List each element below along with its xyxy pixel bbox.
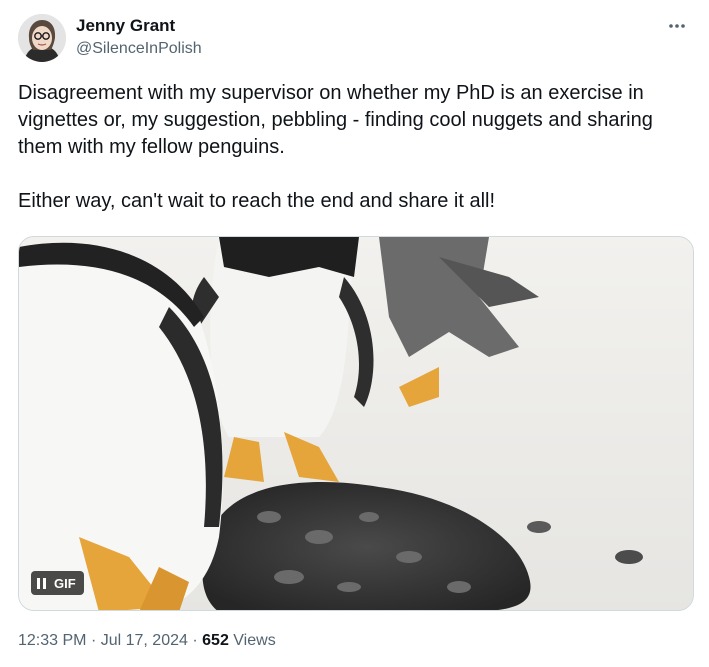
tweet-card: Jenny Grant @SilenceInPolish Disagreemen… — [0, 0, 709, 667]
tweet-time[interactable]: 12:33 PM — [18, 632, 86, 649]
avatar[interactable] — [18, 14, 66, 62]
tweet-date[interactable]: Jul 17, 2024 — [101, 632, 188, 649]
author-handle[interactable]: @SilenceInPolish — [76, 39, 202, 59]
tweet-paragraph: Either way, can't wait to reach the end … — [18, 190, 496, 212]
more-horizontal-icon — [669, 24, 685, 28]
more-options-button[interactable] — [663, 16, 691, 36]
tweet-header: Jenny Grant @SilenceInPolish — [18, 14, 691, 64]
avatar-image — [18, 14, 66, 62]
views-count: 652 — [202, 632, 229, 649]
meta-separator: · — [90, 632, 97, 649]
author-names: Jenny Grant @SilenceInPolish — [76, 16, 202, 59]
gif-media[interactable]: GIF — [18, 236, 694, 611]
tweet-meta: 12:33 PM · Jul 17, 2024 · 652 Views — [18, 630, 276, 652]
tweet-text: Disagreement with my supervisor on wheth… — [18, 80, 694, 215]
views-label: Views — [233, 632, 276, 649]
gif-label: GIF — [54, 575, 76, 591]
tweet-paragraph: Disagreement with my supervisor on wheth… — [18, 82, 653, 158]
meta-separator: · — [192, 632, 198, 649]
gif-badge[interactable]: GIF — [31, 571, 84, 595]
penguins-gif-frame — [19, 237, 693, 610]
author-display-name[interactable]: Jenny Grant — [76, 16, 202, 36]
pause-icon — [37, 577, 46, 589]
